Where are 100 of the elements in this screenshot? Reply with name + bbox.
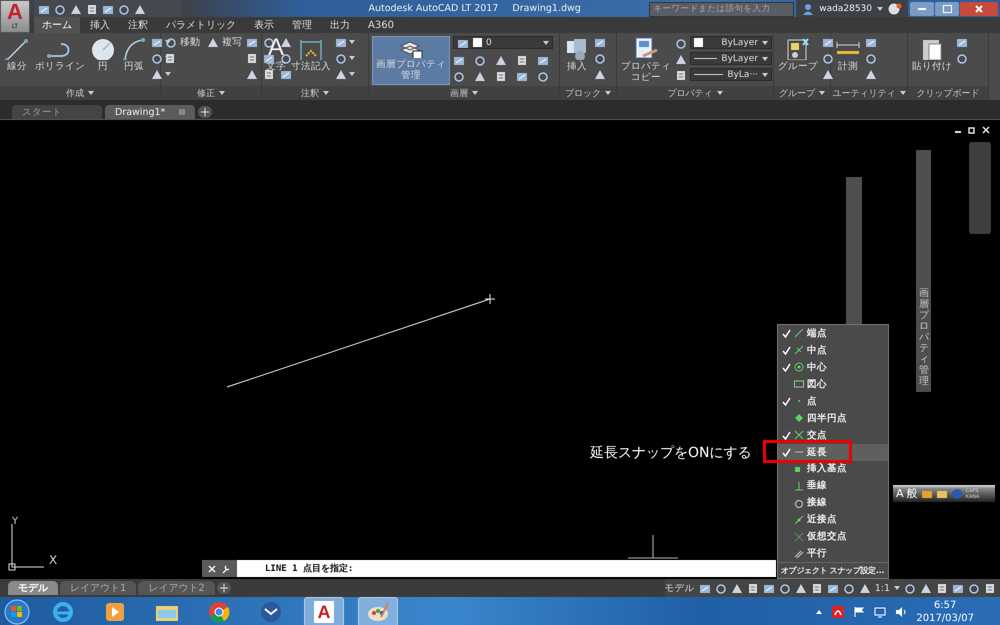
snap-menu-item[interactable]: 中心 — [778, 358, 888, 376]
play-icon[interactable] — [104, 601, 126, 623]
panel-title-bar[interactable]: プロパティ — [617, 86, 773, 100]
snap-menu-item[interactable]: 近接点 — [778, 511, 888, 528]
ribbon-tool-button[interactable]: A 文字 — [265, 36, 287, 72]
tool-icon[interactable] — [822, 52, 834, 64]
panel-title[interactable]: プロパティ — [668, 86, 712, 100]
tool-icon[interactable] — [865, 36, 877, 48]
ribbon-tab[interactable]: 出力 — [322, 17, 358, 33]
panel-title[interactable]: 注釈 — [301, 86, 319, 100]
flag-icon[interactable] — [853, 606, 866, 618]
layer-dropdown[interactable]: 0 — [453, 36, 553, 49]
panel-title-bar[interactable]: クリップボード — [908, 86, 988, 100]
tool-icon[interactable] — [746, 582, 759, 594]
tool-icon[interactable] — [858, 582, 871, 594]
tool-icon[interactable] — [151, 36, 163, 48]
panel-title-bar[interactable]: グループ — [774, 86, 830, 100]
snap-menu-item[interactable]: 平行 — [778, 545, 888, 562]
panel-title-bar[interactable]: ブロック — [560, 86, 616, 100]
browser-icon[interactable] — [52, 601, 74, 623]
text-tool-icon[interactable]: A — [268, 36, 284, 60]
tool-icon[interactable] — [952, 582, 964, 594]
ribbon-tab[interactable]: 注釈 — [120, 17, 156, 33]
panel-title[interactable]: グループ — [779, 86, 815, 100]
caret-icon[interactable] — [349, 72, 355, 76]
snap-settings-item[interactable]: オブジェクト スナップ設定... — [778, 562, 888, 578]
close-button[interactable] — [960, 2, 998, 16]
palette-icon[interactable] — [367, 601, 389, 623]
tool-icon[interactable] — [86, 2, 98, 14]
ribbon-tab[interactable]: A360 — [360, 17, 402, 33]
caret-icon[interactable] — [88, 91, 94, 95]
tool-icon[interactable] — [956, 36, 968, 48]
tray-arrow-icon[interactable] — [815, 608, 824, 616]
ribbon-tab[interactable]: 表示 — [246, 17, 282, 33]
caret-icon[interactable] — [877, 6, 883, 10]
tool-icon[interactable] — [698, 582, 711, 594]
tool-icon[interactable] — [495, 54, 507, 66]
layer-palette-strip[interactable] — [916, 150, 931, 392]
tool-icon[interactable] — [246, 68, 258, 80]
snap-menu-item[interactable]: 四半円点 — [778, 410, 888, 427]
panel-title[interactable]: ユーティリティ — [832, 86, 896, 100]
tool-icon[interactable] — [594, 36, 606, 48]
tool-icon[interactable] — [495, 70, 507, 82]
caret-icon[interactable] — [349, 40, 355, 44]
panel-title[interactable]: 作成 — [66, 86, 84, 100]
speaker-icon[interactable] — [895, 606, 908, 618]
palette-title[interactable]: 画層プロパティ管理 — [919, 288, 929, 387]
panel-title-bar[interactable]: 画層 — [369, 86, 559, 100]
ribbon-tool-button[interactable]: 貼り付け — [911, 36, 953, 72]
snap-menu-item[interactable]: 端点 — [778, 325, 888, 342]
tool-icon[interactable] — [134, 2, 146, 14]
ribbon-tool-button[interactable]: プロパティ コピー — [620, 36, 672, 83]
ribbon-tab[interactable]: パラメトリック — [158, 17, 244, 33]
panel-title-bar[interactable]: 修正 — [161, 86, 261, 100]
user-icon[interactable] — [802, 2, 814, 14]
tool-icon[interactable] — [594, 68, 606, 80]
tool-icon[interactable] — [936, 582, 948, 594]
app-icon[interactable]: A — [314, 601, 334, 623]
tool-icon[interactable] — [675, 68, 687, 80]
plus-icon[interactable] — [220, 584, 228, 592]
ribbon-tool-button[interactable]: 円 — [89, 36, 117, 72]
panel-title[interactable]: 修正 — [197, 86, 215, 100]
caret-icon[interactable] — [349, 56, 355, 60]
start-button[interactable] — [4, 599, 30, 625]
tool-icon[interactable] — [822, 68, 834, 80]
caret-icon[interactable] — [219, 91, 225, 95]
caret-icon[interactable] — [819, 91, 825, 95]
ribbon-tab[interactable]: 管理 — [284, 17, 320, 33]
network-icon[interactable] — [874, 606, 886, 618]
panel-title-bar[interactable]: 注釈 — [262, 86, 368, 100]
tool-icon[interactable] — [984, 582, 996, 594]
snap-menu-item[interactable]: 点 — [778, 392, 888, 410]
ribbon-tool-button[interactable]: グループ — [777, 36, 819, 72]
caret-icon[interactable] — [165, 72, 171, 76]
tool-icon[interactable] — [826, 582, 839, 594]
panel-title[interactable]: ブロック — [565, 86, 601, 100]
tool-icon[interactable] — [537, 54, 549, 66]
document-tab[interactable]: Drawing1* — [105, 105, 195, 119]
tool-icon[interactable] — [920, 582, 932, 594]
tool-icon[interactable] — [810, 582, 823, 594]
clock-time[interactable]: 6:57 — [934, 599, 956, 612]
minimize-button[interactable] — [910, 2, 934, 16]
tool-icon[interactable] — [865, 68, 877, 80]
caret-icon[interactable] — [165, 40, 171, 44]
new-tab-button[interactable] — [198, 106, 212, 118]
tool-icon[interactable] — [516, 54, 528, 66]
antivirus-icon[interactable] — [832, 606, 844, 618]
check-icon[interactable] — [782, 396, 791, 406]
ribbon-tab[interactable]: ホーム — [34, 17, 80, 33]
tool-icon[interactable] — [70, 2, 82, 14]
arc-icon[interactable] — [121, 36, 147, 60]
tool-icon[interactable] — [335, 68, 347, 80]
property-dropdown[interactable]: ByLayer — [690, 36, 772, 49]
panel-title[interactable]: 画層 — [450, 86, 468, 100]
ribbon-tool-button[interactable]: 挿入 — [563, 36, 591, 72]
tool-icon[interactable] — [263, 68, 275, 80]
tool-icon[interactable] — [246, 36, 258, 48]
ribbon-tool-button[interactable]: 寸法記入 — [290, 36, 332, 72]
taskbar-button[interactable]: A — [304, 597, 344, 625]
annotation-scale-button[interactable]: 1:1 — [874, 582, 890, 594]
